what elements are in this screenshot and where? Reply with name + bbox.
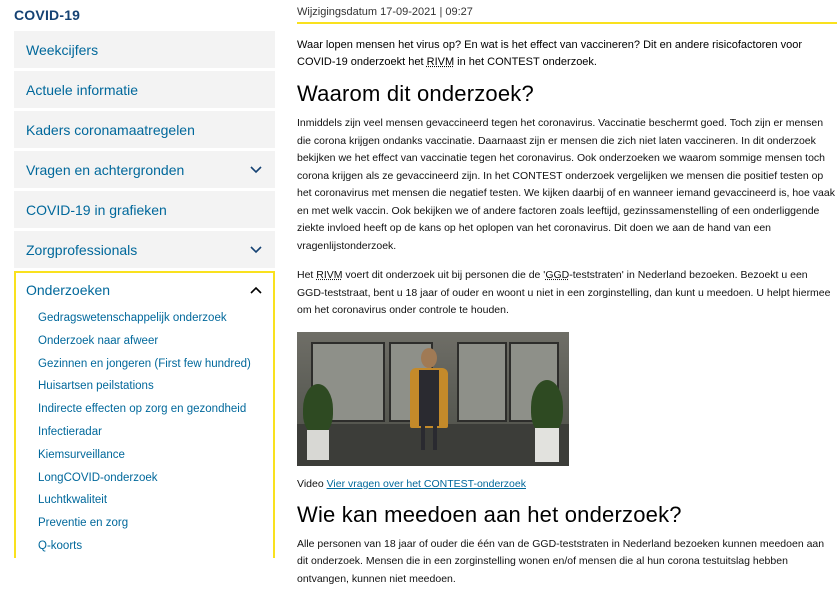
video-caption: Video Vier vragen over het CONTEST-onder… [297, 478, 837, 490]
sidebar-sublist: Gedragswetenschappelijk onderzoek Onderz… [16, 307, 273, 558]
abbr-ggd: GGD [545, 269, 570, 281]
abbr-rivm: RIVM [426, 56, 455, 68]
video-window-pane [457, 341, 507, 422]
sidebar-item-vragen[interactable]: Vragen en achtergronden [14, 151, 275, 188]
paragraph-wie: Alle personen van 18 jaar of ouder die é… [297, 537, 825, 585]
sidebar-subitem[interactable]: Luchtkwaliteit [38, 489, 273, 512]
sidebar-section-onderzoeken: Onderzoeken Gedragswetenschappelijk onde… [14, 271, 275, 558]
sidebar-item-kaders[interactable]: Kaders coronamaatregelen [14, 111, 275, 148]
sidebar-item-label: Vragen en achtergronden [26, 161, 185, 178]
main-content: Wijzigingsdatum 17-09-2021 | 09:27 Waar … [297, 0, 837, 600]
sidebar-item-onderzoeken[interactable]: Onderzoeken [16, 273, 273, 307]
paragraph-waarom: Inmiddels zijn veel mensen gevaccineerd … [297, 117, 835, 252]
sidebar-item-zorgprofessionals[interactable]: Zorgprofessionals [14, 231, 275, 268]
sidebar-subitem[interactable]: Huisartsen peilstations [38, 375, 273, 398]
chevron-down-icon[interactable] [249, 243, 263, 257]
text-part: voert dit onderzoek uit bij personen die… [342, 269, 546, 281]
sidebar-subitem[interactable]: Indirecte effecten op zorg en gezondheid [38, 398, 273, 421]
sidebar-subitem[interactable]: Onderzoek naar afweer [38, 330, 273, 353]
heading-wie: Wie kan meedoen aan het onderzoek? [297, 501, 682, 527]
sidebar-subitem[interactable]: Infectieradar [38, 421, 273, 444]
sidebar-item-label: Weekcijfers [26, 41, 99, 58]
sidebar-item-label: COVID-19 in grafieken [26, 201, 167, 218]
sidebar-subitem[interactable]: LongCOVID-onderzoek [38, 467, 273, 490]
video-person-leg [433, 425, 437, 450]
heading-waarom: Waarom dit onderzoek? [297, 81, 534, 106]
sidebar-subitem[interactable]: Preventie en zorg [38, 512, 273, 535]
video-plant-right [531, 379, 563, 434]
text-part: Het [297, 269, 317, 281]
paragraph-rivm: Het RIVM voert dit onderzoek uit bij per… [297, 267, 837, 320]
sidebar-subitem[interactable]: Q-koorts [38, 535, 273, 558]
video-caption-prefix: Video [297, 477, 327, 490]
video-player[interactable] [297, 331, 569, 466]
sidebar-item-label: Onderzoeken [26, 282, 111, 298]
video-link[interactable]: Vier vragen over het CONTEST-onderzoek [327, 478, 526, 490]
intro-text: Waar lopen mensen het virus op? En wat i… [297, 37, 837, 71]
sidebar-item-actuele-informatie[interactable]: Actuele informatie [14, 71, 275, 108]
sidebar-subitem[interactable]: Kiemsurveillance [38, 444, 273, 467]
video-person-leg [421, 425, 425, 450]
sidebar-title[interactable]: COVID-19 [14, 0, 275, 30]
chevron-down-icon[interactable] [249, 163, 263, 177]
video-person-dress [419, 369, 439, 426]
video-person-head [421, 347, 437, 368]
video-planter-right [535, 427, 559, 462]
sidebar-subitem[interactable]: Gezinnen en jongeren (First few hundred) [38, 353, 273, 376]
chevron-up-icon[interactable] [249, 283, 263, 297]
sidebar-item-label: Kaders coronamaatregelen [26, 121, 195, 138]
abbr-rivm: RIVM [316, 269, 343, 281]
sidebar-item-label: Actuele informatie [26, 81, 139, 98]
sidebar-subitem[interactable]: Gedragswetenschappelijk onderzoek [38, 307, 273, 330]
video-planter-left [307, 429, 329, 460]
sidebar-item-label: Zorgprofessionals [26, 241, 138, 258]
intro-text-part: in het CONTEST onderzoek. [454, 56, 597, 68]
modified-date: Wijzigingsdatum 17-09-2021 | 09:27 [297, 0, 837, 24]
video-plant-left [303, 383, 333, 434]
sidebar-nav: COVID-19 Weekcijfers Actuele informatie … [14, 0, 275, 558]
sidebar-item-grafieken[interactable]: COVID-19 in grafieken [14, 191, 275, 228]
sidebar-item-weekcijfers[interactable]: Weekcijfers [14, 31, 275, 68]
